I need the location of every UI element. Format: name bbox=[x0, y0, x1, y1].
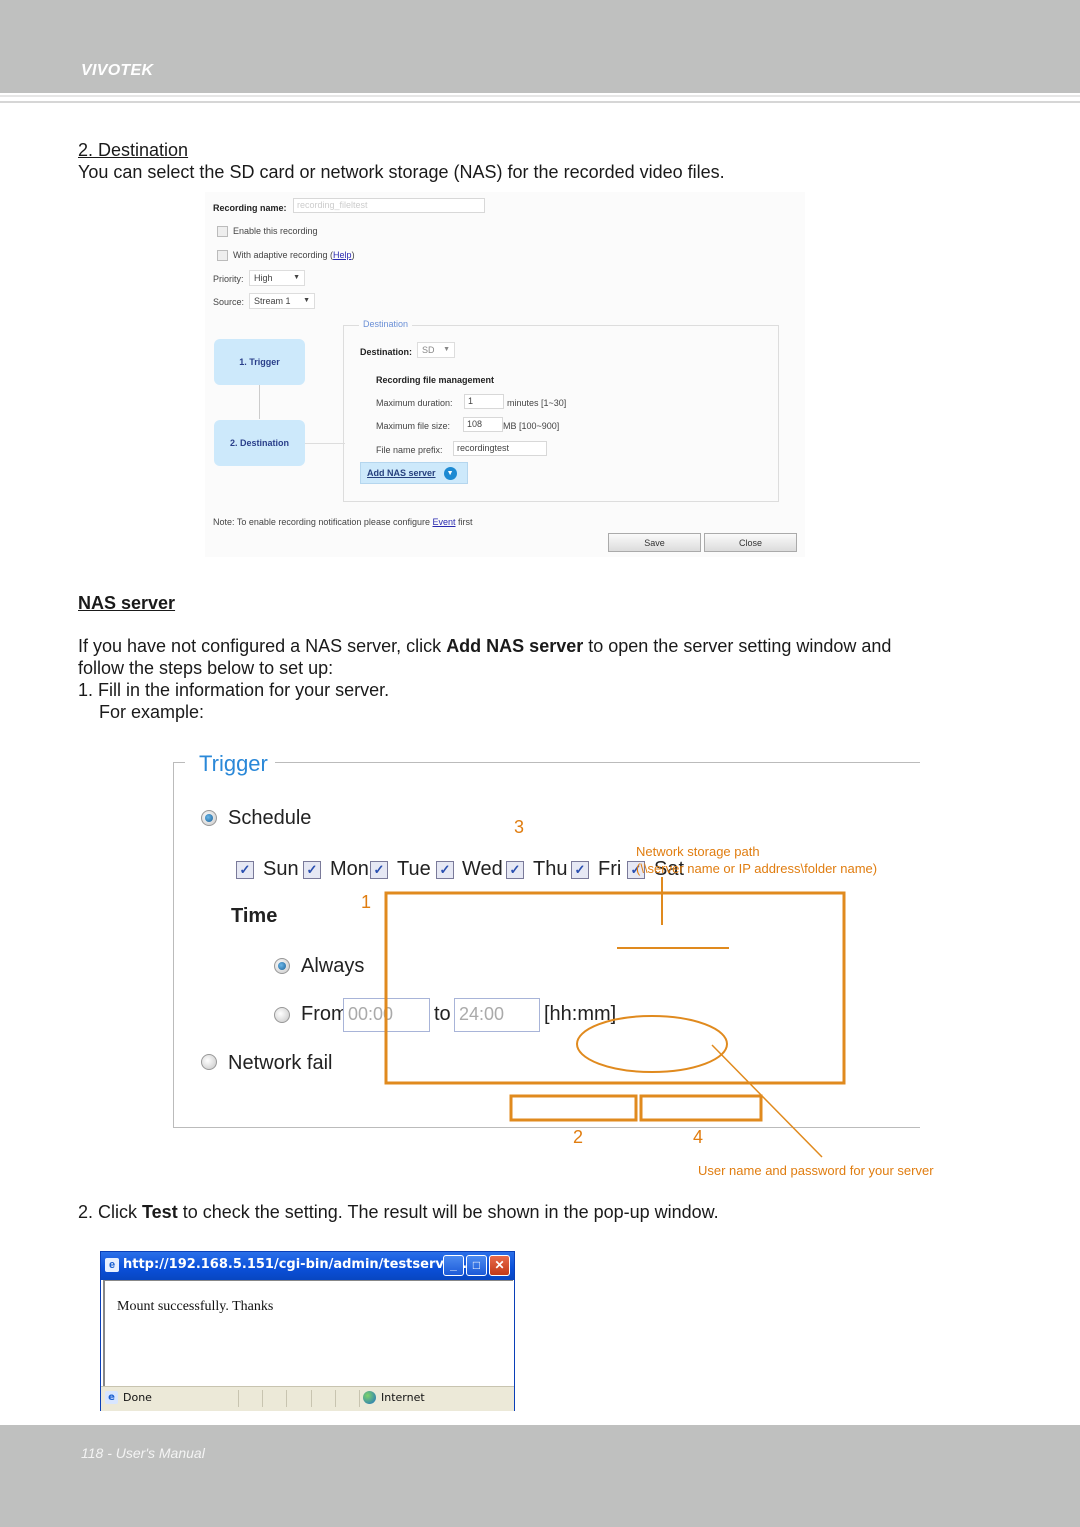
ie-done-icon: e bbox=[105, 1391, 118, 1404]
annotation-number-4: 4 bbox=[693, 1127, 704, 1147]
annotation-leader-credentials bbox=[711, 1044, 823, 1158]
annotation-credentials-hint: User name and password for your server bbox=[698, 1163, 934, 1178]
status-divider bbox=[311, 1390, 312, 1407]
annotation-path-title: Network storage path bbox=[636, 844, 760, 859]
popup-titlebar[interactable]: e http://192.168.5.151/cgi-bin/admin/tes… bbox=[101, 1252, 514, 1280]
annotation-ellipse-credentials bbox=[576, 1015, 728, 1073]
status-zone: Internet bbox=[381, 1391, 425, 1404]
status-divider bbox=[359, 1390, 360, 1407]
annotation-path-hint: (\\server name or IP address\folder name… bbox=[636, 861, 878, 876]
status-divider bbox=[335, 1390, 336, 1407]
status-done: Done bbox=[123, 1391, 152, 1404]
popup-statusbar: e Done Internet bbox=[101, 1386, 514, 1411]
step-2-text: 2. Click Test to check the setting. The … bbox=[78, 1202, 719, 1222]
status-divider bbox=[286, 1390, 287, 1407]
annotation-box-test-button bbox=[509, 1094, 638, 1122]
popup-content: Mount successfully. Thanks bbox=[103, 1280, 513, 1387]
status-divider bbox=[262, 1390, 263, 1407]
annotation-number-2: 2 bbox=[573, 1127, 584, 1147]
popup-title: http://192.168.5.151/cgi-bin/admin/tests… bbox=[123, 1257, 473, 1272]
ie-page-icon: e bbox=[105, 1258, 119, 1272]
annotation-number-1: 1 bbox=[361, 892, 372, 912]
minimize-button[interactable]: _ bbox=[443, 1255, 464, 1276]
status-divider bbox=[238, 1390, 239, 1407]
globe-icon bbox=[363, 1391, 376, 1404]
annotation-box-server-info bbox=[384, 891, 846, 1085]
annotation-number-3: 3 bbox=[514, 817, 525, 837]
test-result-popup: e http://192.168.5.151/cgi-bin/admin/tes… bbox=[100, 1251, 515, 1411]
close-window-button[interactable]: ✕ bbox=[489, 1255, 510, 1276]
page-number: 118 - User's Manual bbox=[81, 1445, 205, 1461]
popup-message: Mount successfully. Thanks bbox=[117, 1299, 274, 1314]
footer-band bbox=[0, 1425, 1080, 1527]
annotation-box-save-button bbox=[639, 1094, 763, 1122]
maximize-button[interactable]: □ bbox=[466, 1255, 487, 1276]
